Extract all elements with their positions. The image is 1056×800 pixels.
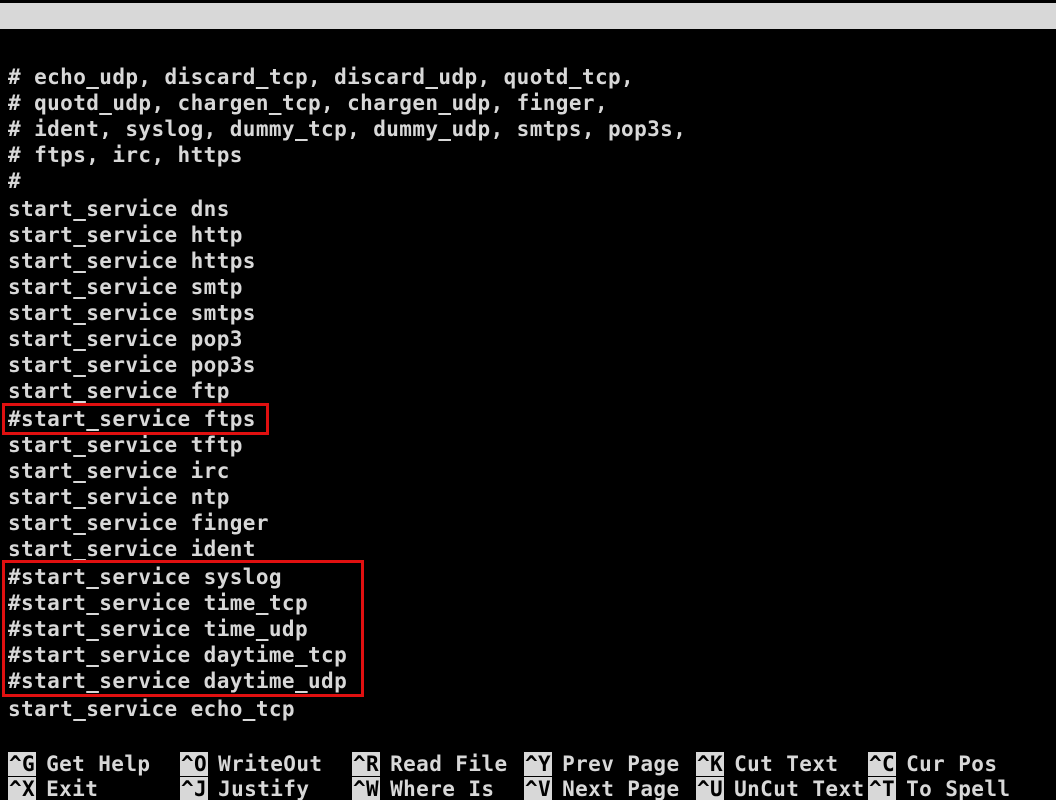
editor-line[interactable]: start_service pop3s: [8, 352, 256, 378]
shortcut-cut-text[interactable]: ^K Cut Text: [696, 751, 838, 777]
nano-title-bar: GNU nano 2.2.6 File: inetsim.conf: [0, 3, 1056, 80]
editor-line[interactable]: # ftps, irc, https: [8, 142, 243, 168]
shortcut-next-page[interactable]: ^V Next Page: [524, 776, 679, 800]
shortcut-key: ^U: [696, 777, 725, 800]
editor-line[interactable]: # ident, syslog, dummy_tcp, dummy_udp, s…: [8, 116, 686, 142]
shortcut-key: ^C: [868, 752, 897, 776]
shortcut-where-is[interactable]: ^W Where Is: [352, 776, 494, 800]
editor-line[interactable]: start_service pop3: [8, 326, 243, 352]
shortcut-key: ^Y: [524, 752, 553, 776]
shortcut-label: WriteOut: [218, 752, 323, 776]
editor-line[interactable]: start_service ftp: [8, 378, 230, 404]
editor-line[interactable]: start_service https: [8, 248, 256, 274]
shortcut-to-spell[interactable]: ^T To Spell: [868, 776, 1010, 800]
shortcut-label: Where Is: [390, 777, 495, 800]
terminal-screen[interactable]: GNU nano 2.2.6 File: inetsim.conf # echo…: [0, 0, 1056, 800]
editor-line[interactable]: # quotd_udp, chargen_tcp, chargen_udp, f…: [8, 90, 608, 116]
shortcut-get-help[interactable]: ^G Get Help: [8, 751, 150, 777]
shortcut-bar-row-1: ^G Get Help ^O WriteOut ^R Read File ^Y Prev…: [0, 751, 1056, 777]
shortcut-key: ^K: [696, 752, 725, 776]
shortcut-label: Read File: [390, 752, 508, 776]
editor-line[interactable]: start_service dns: [8, 196, 230, 222]
shortcut-label: Exit: [46, 777, 99, 800]
editor-line[interactable]: start_service finger: [8, 510, 269, 536]
highlight-box-disabled-services: [2, 560, 364, 697]
editor-line[interactable]: start_service echo_tcp: [8, 696, 295, 722]
shortcut-justify[interactable]: ^J Justify: [180, 776, 309, 800]
shortcut-label: Prev Page: [562, 752, 680, 776]
editor-line[interactable]: start_service http: [8, 222, 243, 248]
highlight-box-ftps: [2, 403, 269, 435]
shortcut-label: Justify: [218, 777, 310, 800]
shortcut-label: Next Page: [562, 777, 680, 800]
shortcut-label: Cur Pos: [906, 752, 998, 776]
shortcut-key: ^V: [524, 777, 553, 800]
shortcut-key: ^R: [352, 752, 381, 776]
editor-line[interactable]: start_service smtps: [8, 300, 256, 326]
editor-line[interactable]: #: [8, 168, 21, 194]
editor-line[interactable]: # echo_udp, discard_tcp, discard_udp, qu…: [8, 64, 634, 90]
shortcut-writeout[interactable]: ^O WriteOut: [180, 751, 322, 777]
editor-line[interactable]: start_service smtp: [8, 274, 243, 300]
shortcut-key: ^G: [8, 752, 37, 776]
shortcut-prev-page[interactable]: ^Y Prev Page: [524, 751, 679, 777]
shortcut-key: ^X: [8, 777, 37, 800]
editor-line[interactable]: start_service ntp: [8, 484, 230, 510]
shortcut-label: UnCut Text: [734, 777, 865, 800]
editor-line[interactable]: start_service tftp: [8, 432, 243, 458]
shortcut-label: Get Help: [46, 752, 151, 776]
shortcut-key: ^W: [352, 777, 381, 800]
shortcut-bar-row-2: ^X Exit ^J Justify ^W Where Is ^V Next Page …: [0, 776, 1056, 800]
shortcut-label: Cut Text: [734, 752, 839, 776]
shortcut-cur-pos[interactable]: ^C Cur Pos: [868, 751, 997, 777]
shortcut-key: ^O: [180, 752, 209, 776]
shortcut-label: To Spell: [906, 777, 1011, 800]
editor-line[interactable]: start_service ident: [8, 536, 256, 562]
editor-line[interactable]: start_service irc: [8, 458, 230, 484]
shortcut-key: ^T: [868, 777, 897, 800]
shortcut-exit[interactable]: ^X Exit: [8, 776, 98, 800]
shortcut-read-file[interactable]: ^R Read File: [352, 751, 507, 777]
shortcut-key: ^J: [180, 777, 209, 800]
shortcut-uncut-text[interactable]: ^U UnCut Text: [696, 776, 865, 800]
program-version: GNU nano 2.2.6: [34, 30, 217, 54]
